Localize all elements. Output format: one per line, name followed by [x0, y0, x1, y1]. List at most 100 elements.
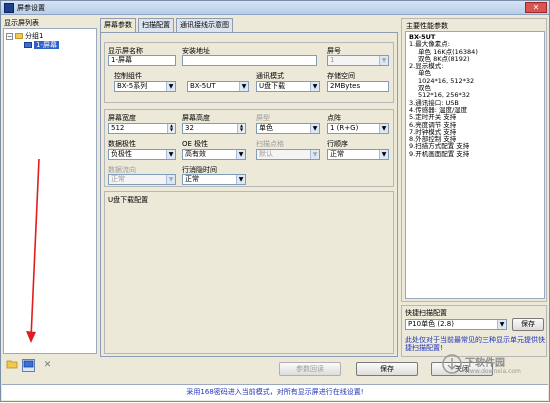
- chevron-down-icon: ▼: [166, 150, 175, 159]
- usb-download-config-group: U盘下载配置: [104, 191, 394, 354]
- scan-dot-label: 扫描点格: [256, 140, 284, 148]
- screen-height-value: 32: [185, 124, 194, 132]
- screen-type-value: 单色: [259, 124, 273, 132]
- title-bar[interactable]: 屏参设置 ✕: [1, 1, 549, 15]
- chevron-down-icon: ▼: [310, 82, 319, 91]
- quick-scan-save-button[interactable]: 保存: [512, 318, 544, 331]
- feature-line: 9.开机画面配置 支持: [409, 149, 470, 158]
- add-group-folder-icon[interactable]: [5, 359, 18, 372]
- chevron-down-icon: ▼: [310, 124, 319, 133]
- screen-height-input[interactable]: 32 ▲ ▼: [182, 123, 246, 134]
- quick-scan-select[interactable]: P10单色 (2.8) ▼: [405, 319, 507, 330]
- controller-series-select[interactable]: BX-5系列 ▼: [114, 81, 176, 92]
- chevron-down-icon: ▼: [379, 124, 388, 133]
- chevron-down-icon: ▼: [236, 150, 245, 159]
- screen-number-select[interactable]: 1 ▼: [327, 55, 389, 66]
- tree-item-screen[interactable]: 1-屏幕: [24, 41, 59, 50]
- row-blanking-value: 正常: [185, 175, 199, 183]
- folder-icon: [15, 33, 23, 39]
- screen-params-panel: 显示屏名称 1-屏幕 安装地址 屏号 1 ▼ 控制组件 BX-5系列 ▼ BX-5U…: [100, 32, 398, 357]
- save-button[interactable]: 保存: [356, 362, 418, 376]
- quick-scan-value: P10单色 (2.8): [408, 320, 454, 328]
- settings-window: 屏参设置 ✕ 显示屏列表 − 分组1 1-屏幕 ✕ 屏幕参数 扫描配置 通讯接线示…: [0, 0, 550, 402]
- tab-scan-config[interactable]: 扫描配置: [138, 18, 174, 32]
- features-text: BX-5UT 1.最大像素点: 单色 16K点(16384) 双色 8K点(8192)…: [405, 31, 545, 299]
- data-polarity-label: 数据极性: [108, 140, 136, 148]
- row-order-select[interactable]: 正常 ▼: [327, 149, 389, 160]
- watermark-text: 下软件园: [465, 358, 505, 369]
- param-readback-button[interactable]: 参数回读: [279, 362, 341, 376]
- data-polarity-value: 负极性: [111, 150, 132, 158]
- tab-screen-params[interactable]: 屏幕参数: [100, 18, 136, 33]
- comm-mode-select[interactable]: U盘下载 ▼: [256, 81, 320, 92]
- screen-number-value: 1: [330, 56, 335, 64]
- data-direction-select[interactable]: 正常 ▼: [108, 174, 176, 185]
- quick-scan-group: 快捷扫描配置 P10单色 (2.8) ▼ 保存 此处仅对于当前最常见的三种显示单元…: [401, 305, 547, 357]
- quick-scan-title: 快捷扫描配置: [405, 309, 447, 317]
- row-blanking-select[interactable]: 正常 ▼: [182, 174, 246, 185]
- collapse-icon[interactable]: −: [6, 32, 13, 40]
- stepper-icon[interactable]: ▲ ▼: [237, 124, 245, 133]
- chevron-down-icon: ▼: [379, 56, 388, 65]
- screen-width-input[interactable]: 512 ▲ ▼: [108, 123, 176, 134]
- tree-item-label: 1-屏幕: [34, 41, 59, 49]
- row-order-value: 正常: [330, 150, 344, 158]
- app-icon: [4, 3, 14, 13]
- controller-label: 控制组件: [114, 72, 142, 80]
- dot-matrix-value: 1 (R+G): [330, 124, 359, 132]
- storage-input[interactable]: 2MBytes: [327, 81, 389, 92]
- usb-config-label: U盘下载配置: [108, 196, 149, 204]
- screen-width-value: 512: [111, 124, 125, 132]
- comm-mode-value: U盘下载: [259, 82, 286, 90]
- screen-tree[interactable]: − 分组1 1-屏幕: [3, 28, 97, 354]
- chevron-down-icon: ▼: [239, 82, 248, 91]
- screen-list-title: 显示屏列表: [4, 19, 39, 27]
- close-window-icon[interactable]: ✕: [525, 2, 547, 13]
- screen-icon: [24, 42, 32, 48]
- row-order-label: 行顺序: [327, 140, 348, 148]
- screen-type-label: 屏型: [256, 114, 270, 122]
- watermark-url: www.downxia.com: [465, 368, 521, 375]
- oe-polarity-value: 高有效: [185, 150, 206, 158]
- controller-series-value: BX-5系列: [117, 82, 148, 90]
- install-address-input[interactable]: [182, 55, 317, 66]
- features-title: 主要性能参数: [406, 22, 448, 30]
- controller-model-select[interactable]: BX-5UT ▼: [187, 81, 249, 92]
- screen-type-select[interactable]: 单色 ▼: [256, 123, 320, 134]
- chevron-down-icon: ▼: [166, 82, 175, 91]
- display-params-group: 屏幕宽度 512 ▲ ▼ 屏幕高度 32 ▲ ▼ 屏型 单色 ▼ 点阵 1 (R+G) ▼ …: [104, 109, 394, 187]
- delete-icon[interactable]: ✕: [41, 359, 54, 372]
- data-direction-value: 正常: [111, 175, 125, 183]
- status-text: 采用168密码进入当前模式，对所有显示屏进行在线设置!: [186, 388, 364, 396]
- dot-matrix-label: 点阵: [327, 114, 341, 122]
- scan-dot-select[interactable]: 默认 ▼: [256, 149, 320, 160]
- chevron-down-icon: ▼: [497, 320, 506, 329]
- chevron-down-icon: ▼: [379, 150, 388, 159]
- window-title: 屏参设置: [17, 4, 45, 12]
- stepper-icon[interactable]: ▲ ▼: [167, 124, 175, 133]
- screen-list-panel: 显示屏列表 − 分组1 1-屏幕 ✕: [2, 16, 98, 382]
- tree-item-group[interactable]: − 分组1: [6, 32, 43, 41]
- controller-model-value: BX-5UT: [190, 82, 216, 90]
- oe-polarity-label: OE 极性: [182, 140, 209, 148]
- basic-info-group: 显示屏名称 1-屏幕 安装地址 屏号 1 ▼ 控制组件 BX-5系列 ▼ BX-5U…: [104, 42, 394, 103]
- data-polarity-select[interactable]: 负极性 ▼: [108, 149, 176, 160]
- chevron-down-icon: ▼: [236, 175, 245, 184]
- tab-wiring-diagram[interactable]: 通讯接线示意图: [176, 18, 233, 32]
- comm-mode-label: 通讯模式: [256, 72, 284, 80]
- screen-height-label: 屏幕高度: [182, 114, 210, 122]
- dot-matrix-select[interactable]: 1 (R+G) ▼: [327, 123, 389, 134]
- add-screen-icon[interactable]: [22, 359, 35, 372]
- features-group: 主要性能参数 BX-5UT 1.最大像素点: 单色 16K点(16384) 双色 8K…: [401, 18, 547, 302]
- chevron-down-icon: ▼: [310, 150, 319, 159]
- screen-name-input[interactable]: 1-屏幕: [108, 55, 176, 66]
- watermark-logo: 下软件园 www.downxia.com: [441, 353, 541, 379]
- chevron-down-icon: ▼: [166, 175, 175, 184]
- oe-polarity-select[interactable]: 高有效 ▼: [182, 149, 246, 160]
- screen-width-label: 屏幕宽度: [108, 114, 136, 122]
- scan-dot-value: 默认: [259, 150, 273, 158]
- status-bar: 采用168密码进入当前模式，对所有显示屏进行在线设置!: [2, 384, 548, 400]
- tree-item-label: 分组1: [25, 32, 44, 40]
- right-panel: 主要性能参数 BX-5UT 1.最大像素点: 单色 16K点(16384) 双色 8K…: [401, 18, 547, 358]
- storage-label: 存储空间: [327, 72, 355, 80]
